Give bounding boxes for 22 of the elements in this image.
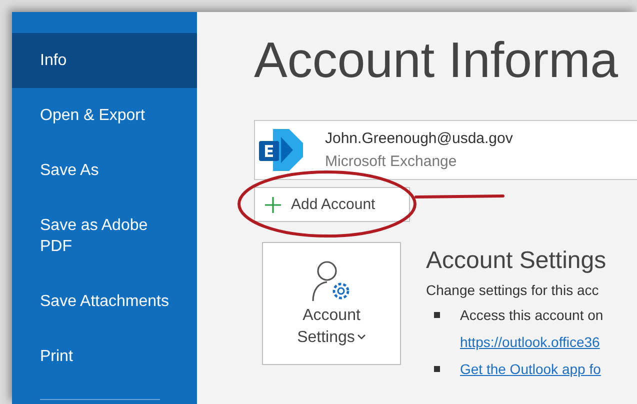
bullet-text: Access this account on — [460, 306, 604, 325]
page-title: Account Informa — [254, 31, 620, 90]
chevron-down-icon — [356, 334, 366, 340]
sidebar-item[interactable]: Save as Adobe PDF — [12, 198, 197, 274]
bullet-icon — [434, 312, 440, 318]
account-type: Microsoft Exchange — [325, 153, 458, 170]
add-account-button[interactable]: Add Account — [254, 187, 410, 222]
section-heading: Account Settings — [426, 246, 606, 276]
bullet-icon — [434, 366, 440, 372]
link[interactable]: https://outlook.office36 — [460, 329, 606, 356]
account-settings-button[interactable]: Account Settings — [262, 242, 401, 365]
account-email: John.Greenough@usda.gov — [325, 130, 513, 147]
sidebar-item[interactable]: Save Attachments — [12, 274, 197, 329]
plus-icon — [265, 196, 281, 212]
sidebar-item[interactable]: Open & Export — [12, 88, 197, 143]
sidebar-item[interactable]: Info — [12, 33, 197, 88]
sidebar-item[interactable]: Save As — [12, 143, 197, 198]
exchange-logo-icon — [259, 129, 303, 171]
sidebar-item[interactable]: Print — [12, 329, 197, 384]
account-card[interactable]: John.Greenough@usda.gov Microsoft Exchange — [254, 120, 637, 180]
section-description: Change settings for this acc — [426, 281, 600, 300]
link[interactable]: Get the Outlook app fo — [460, 356, 606, 383]
